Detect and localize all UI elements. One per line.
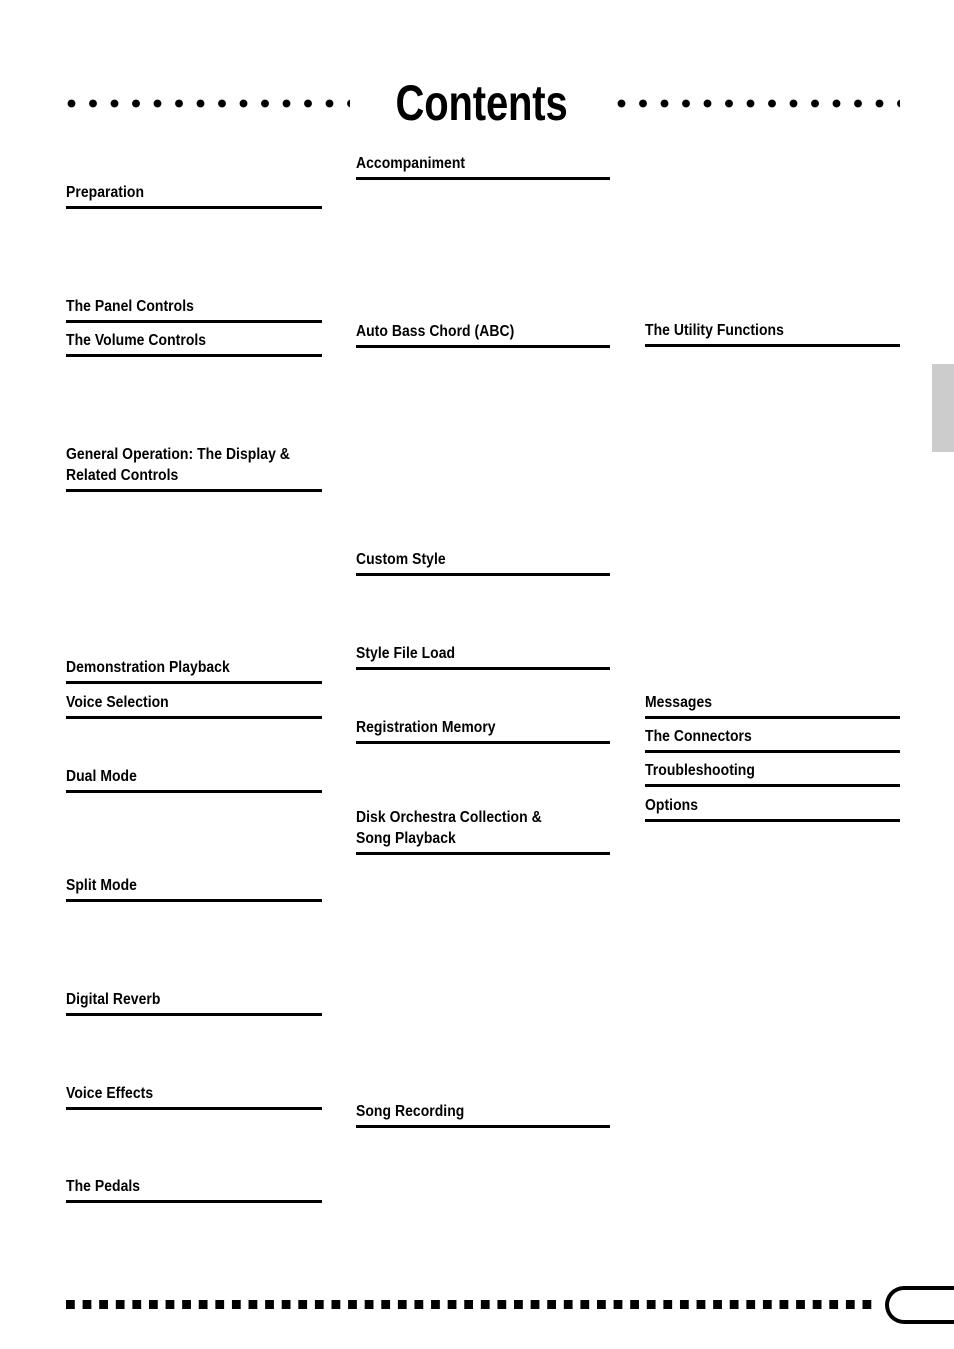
toc-entry-label: The Connectors: [645, 728, 752, 745]
toc-entry[interactable]: Split Mode: [66, 875, 322, 902]
toc-entry[interactable]: Custom Style: [356, 549, 610, 576]
toc-entry-label: The Volume Controls: [66, 332, 207, 349]
dot-leader-left-icon: [66, 97, 351, 109]
toc-entry-label: Accompaniment: [356, 155, 466, 172]
toc-entry-label: Messages: [645, 694, 713, 711]
toc-entry[interactable]: The Connectors: [645, 726, 900, 753]
toc-entry-label: The Panel Controls: [66, 298, 194, 315]
toc-entry-label: Auto Bass Chord (ABC): [356, 323, 515, 340]
toc-entry[interactable]: The Volume Controls: [66, 330, 322, 357]
toc-entry-label: General Operation: The Display & Related…: [66, 446, 290, 484]
toc-entry-label: Split Mode: [66, 877, 137, 894]
toc-entry-label: Options: [645, 797, 699, 814]
toc-entry[interactable]: Dual Mode: [66, 766, 322, 793]
toc-entry[interactable]: Registration Memory: [356, 717, 610, 744]
toc-entry[interactable]: Voice Selection: [66, 692, 322, 719]
contents-page: Contents Preparation The Panel Controls Th…: [0, 0, 954, 1349]
toc-entry-label: The Utility Functions: [645, 322, 784, 339]
dot-leader-right-icon: [615, 97, 900, 109]
toc-entry[interactable]: Song Recording: [356, 1101, 610, 1128]
toc-entry[interactable]: Preparation: [66, 182, 322, 209]
toc-entry[interactable]: The Panel Controls: [66, 296, 322, 323]
toc-entry[interactable]: Accompaniment: [356, 153, 610, 180]
toc-entry-label: Disk Orchestra Collection & Song Playbac…: [356, 809, 542, 847]
toc-entry-label: Preparation: [66, 184, 145, 201]
toc-entry[interactable]: Options: [645, 795, 900, 822]
toc-entry-label: Voice Effects: [66, 1085, 154, 1102]
toc-entry[interactable]: Style File Load: [356, 643, 610, 670]
toc-entry[interactable]: General Operation: The Display & Related…: [66, 444, 322, 492]
toc-entry-label: Voice Selection: [66, 694, 169, 711]
toc-entry[interactable]: Disk Orchestra Collection & Song Playbac…: [356, 807, 610, 855]
toc-entry-label: Song Recording: [356, 1103, 465, 1120]
toc-entry[interactable]: Digital Reverb: [66, 989, 322, 1016]
toc-entry[interactable]: Troubleshooting: [645, 760, 900, 787]
page-title-band: Contents: [0, 72, 954, 134]
footer-dashed-rule-icon: [66, 1300, 872, 1309]
toc-entry[interactable]: Voice Effects: [66, 1083, 322, 1110]
toc-entry-label: Demonstration Playback: [66, 659, 230, 676]
page-title: Contents: [395, 75, 569, 131]
toc-entry[interactable]: The Pedals: [66, 1176, 322, 1203]
toc-entry-label: Dual Mode: [66, 768, 137, 785]
side-thumb-tab-marker: [932, 364, 954, 452]
page-number-tab-shape: [885, 1286, 954, 1324]
toc-entry[interactable]: Auto Bass Chord (ABC): [356, 321, 610, 348]
toc-entry-label: Digital Reverb: [66, 991, 161, 1008]
toc-entry-label: The Pedals: [66, 1178, 141, 1195]
toc-entry[interactable]: Demonstration Playback: [66, 657, 322, 684]
toc-entry-label: Registration Memory: [356, 719, 496, 736]
toc-entry-label: Troubleshooting: [645, 762, 755, 779]
toc-entry[interactable]: The Utility Functions: [645, 320, 900, 347]
toc-entry-label: Style File Load: [356, 645, 456, 662]
toc-entry[interactable]: Messages: [645, 692, 900, 719]
toc-entry-label: Custom Style: [356, 551, 446, 568]
